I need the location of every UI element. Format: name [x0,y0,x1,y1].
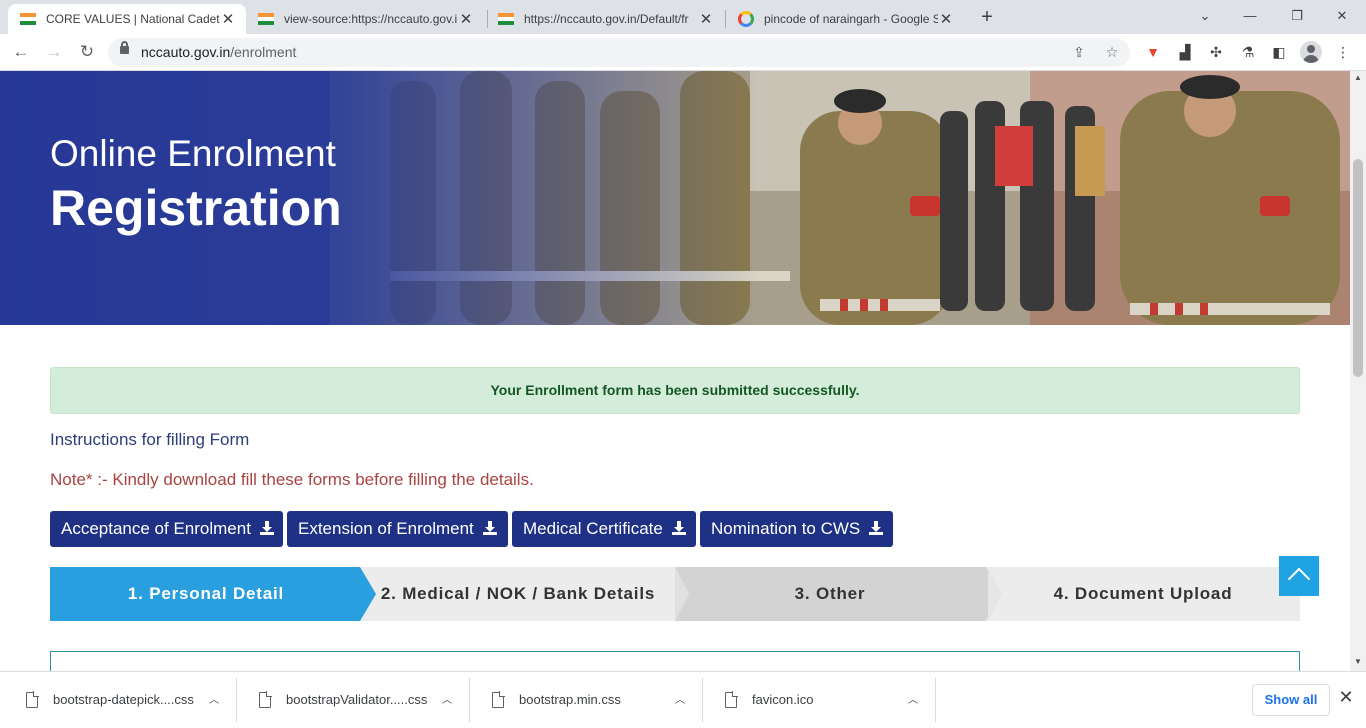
button-label: Extension of Enrolment [298,519,474,538]
instructions-heading: Instructions for filling Form [50,430,250,449]
back-icon[interactable]: ← [9,40,33,64]
download-filename: favicon.ico [752,692,814,707]
menu-kebab-icon[interactable]: ⋮ [1332,41,1354,63]
download-shelf: bootstrap-datepick....css ︿ bootstrapVal… [0,671,1366,728]
step-document-upload[interactable]: 4. Document Upload [986,567,1300,621]
download-filename: bootstrap-datepick....css [53,692,194,707]
button-label: Nomination to CWS [711,519,861,538]
google-icon [738,11,754,27]
close-tab-icon[interactable]: ✕ [458,10,474,28]
close-tab-icon[interactable]: ✕ [698,10,714,28]
window-close-icon[interactable]: ✕ [1330,5,1354,27]
extension-v-icon[interactable]: ▼ [1142,41,1164,63]
browser-tab[interactable]: https://nccauto.gov.in/Default/fr ✕ [486,4,724,34]
chevron-up-icon[interactable]: ︿ [442,691,452,706]
tab-strip: CORE VALUES | National Cadet C ✕ view-so… [0,0,1366,34]
page-scrollbar[interactable]: ▲ ▼ [1350,71,1366,671]
close-tab-icon[interactable]: ✕ [220,10,236,28]
profile-avatar-icon[interactable] [1300,41,1322,63]
url-host: nccauto.gov.in [141,44,231,60]
reload-icon[interactable]: ↻ [75,40,99,64]
browser-toolbar: ← → ↻ nccauto.gov.in/enrolment ⇪ ☆ ▼ ▟ ✣… [0,34,1366,71]
close-tab-icon[interactable]: ✕ [938,10,954,28]
tab-title: https://nccauto.gov.in/Default/fr [524,12,689,26]
address-bar[interactable]: nccauto.gov.in/enrolment ⇪ ☆ [108,38,1130,67]
browser-tab[interactable]: CORE VALUES | National Cadet C ✕ [8,4,246,34]
download-icon [482,521,497,535]
download-icon [869,521,884,535]
download-item[interactable]: favicon.ico ︿ [703,678,936,722]
chevron-up-icon[interactable]: ︿ [675,691,685,706]
download-item[interactable]: bootstrap-datepick....css ︿ [4,678,237,722]
india-flag-icon [20,13,36,25]
download-item[interactable]: bootstrap.min.css ︿ [470,678,703,722]
download-filename: bootstrap.min.css [519,692,621,707]
note-text: Note* :- Kindly download fill these form… [50,470,534,489]
browser-tab[interactable]: view-source:https://nccauto.gov.i ✕ [246,4,484,34]
restore-icon[interactable]: ❐ [1285,5,1309,27]
scroll-to-top-button[interactable] [1279,556,1319,596]
step-medical-nok-bank[interactable]: 2. Medical / NOK / Bank Details [362,567,674,621]
bookmark-star-icon[interactable]: ☆ [1101,41,1123,63]
minimize-icon[interactable]: — [1238,5,1262,27]
success-alert: Your Enrollment form has been submitted … [50,367,1300,414]
download-icon [671,521,686,535]
india-flag-icon [258,13,274,25]
css-file-icon [26,691,39,708]
hero-subtitle: Online Enrolment [50,133,336,174]
extension-chart-icon[interactable]: ▟ [1174,41,1196,63]
download-nomination-button[interactable]: Nomination to CWS [700,511,893,547]
tab-title: view-source:https://nccauto.gov.i [284,12,458,26]
forward-icon[interactable]: → [42,40,66,64]
button-label: Medical Certificate [523,519,663,538]
scroll-down-arrow-icon[interactable]: ▼ [1350,655,1366,669]
download-medical-certificate-button[interactable]: Medical Certificate [512,511,696,547]
download-icon [259,521,274,535]
chevron-up-icon[interactable]: ︿ [908,691,918,706]
download-extension-button[interactable]: Extension of Enrolment [287,511,508,547]
extensions-puzzle-icon[interactable]: ✣ [1205,41,1227,63]
show-all-button[interactable]: Show all [1252,684,1330,716]
scrollbar-thumb[interactable] [1353,159,1363,377]
button-label: Acceptance of Enrolment [61,519,251,538]
css-file-icon [259,691,272,708]
file-icon [725,691,738,708]
browser-tab[interactable]: pincode of naraingarh - Google S ✕ [726,4,964,34]
step-other[interactable]: 3. Other [674,567,986,621]
new-tab-icon[interactable]: + [976,6,998,28]
form-wizard-steps: 1. Personal Detail 2. Medical / NOK / Ba… [50,567,1300,621]
share-icon[interactable]: ⇪ [1068,41,1090,63]
labs-flask-icon[interactable]: ⚗ [1237,41,1259,63]
tab-title: CORE VALUES | National Cadet C [46,12,220,26]
tab-search-chevron-icon[interactable]: ⌄ [1193,5,1217,27]
download-item[interactable]: bootstrapValidator.....css ︿ [237,678,470,722]
side-panel-icon[interactable]: ◧ [1268,41,1290,63]
url-path: /enrolment [230,44,297,60]
css-file-icon [492,691,505,708]
page-viewport: Online Enrolment Registration Your Enrol… [0,71,1350,671]
chevron-up-icon[interactable]: ︿ [209,691,219,706]
scroll-up-arrow-icon[interactable]: ▲ [1350,71,1366,85]
step-personal-detail[interactable]: 1. Personal Detail [50,567,362,621]
close-icon[interactable]: ✕ [1336,687,1356,711]
tab-title: pincode of naraingarh - Google S [764,12,938,26]
hero-banner: Online Enrolment Registration [0,71,1350,325]
india-flag-icon [498,13,514,25]
page-title: Registration [50,180,342,236]
download-acceptance-button[interactable]: Acceptance of Enrolment [50,511,283,547]
lock-icon[interactable] [120,41,129,54]
download-filename: bootstrapValidator.....css [286,692,428,707]
form-panel [50,651,1300,671]
